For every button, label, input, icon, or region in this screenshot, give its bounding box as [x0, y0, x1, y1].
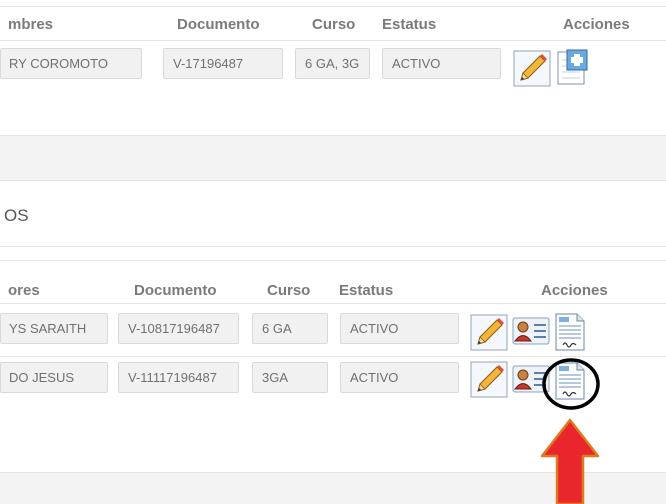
curso-field[interactable]: 6 GA, 3G [295, 48, 370, 79]
column-header-estatus: Estatus [382, 16, 437, 33]
column-header-acciones: Acciones [541, 282, 608, 299]
divider [0, 246, 666, 247]
documento-field[interactable]: V-10817196487 [118, 313, 239, 344]
column-header-acciones: Acciones [563, 16, 630, 33]
curso-field[interactable]: 3GA [252, 362, 328, 393]
column-header-nombres: ores [8, 282, 40, 299]
nombres-field[interactable]: DO JESUS [0, 362, 108, 393]
nombres-field[interactable]: YS SARAITH [0, 313, 108, 344]
divider [0, 260, 666, 261]
divider [0, 40, 666, 41]
section-title: OS [4, 206, 29, 225]
column-header-curso: Curso [267, 282, 311, 299]
column-header-nombres: mbres [8, 16, 54, 33]
divider [0, 303, 666, 304]
nombres-field[interactable]: RY COROMOTO [0, 48, 142, 79]
red-arrow-annotation [540, 418, 600, 504]
column-header-documento: Documento [177, 16, 260, 33]
highlight-circle [542, 358, 600, 410]
curso-field[interactable]: 6 GA [252, 313, 328, 344]
column-header-curso: Curso [312, 16, 356, 33]
documento-field[interactable]: V-17196487 [163, 48, 283, 79]
pencil-edit-icon[interactable] [470, 361, 508, 398]
divider [0, 135, 666, 136]
signed-document-icon[interactable] [554, 312, 586, 352]
column-header-documento: Documento [134, 282, 217, 299]
document-add-icon[interactable] [555, 48, 589, 86]
column-header-estatus: Estatus [339, 282, 394, 299]
documento-field[interactable]: V-11117196487 [118, 362, 239, 393]
estatus-field[interactable]: ACTIVO [382, 48, 501, 79]
estatus-field[interactable]: ACTIVO [340, 313, 459, 344]
section-band [0, 135, 666, 180]
pencil-edit-icon[interactable] [513, 50, 551, 87]
divider [0, 6, 666, 7]
table-1: mbres Documento Curso Estatus Acciones R… [0, 0, 666, 135]
divider [0, 180, 666, 181]
user-card-icon[interactable] [512, 316, 550, 346]
pencil-edit-icon[interactable] [470, 314, 508, 351]
estatus-field[interactable]: ACTIVO [340, 362, 459, 393]
